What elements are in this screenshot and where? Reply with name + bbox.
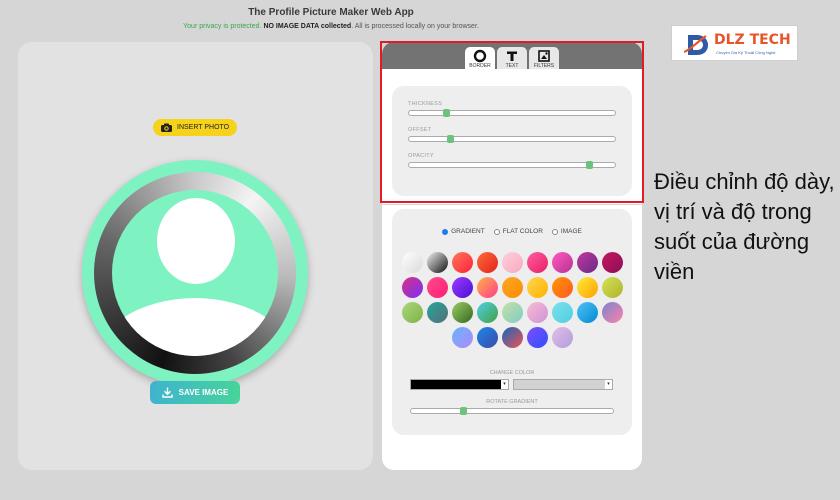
color-swatch[interactable] xyxy=(577,302,598,323)
color-swatch[interactable] xyxy=(527,252,548,273)
radio-icon xyxy=(493,228,500,235)
mode-flat-color[interactable]: FLAT COLOR xyxy=(493,228,543,235)
color-panel: GRADIENT FLAT COLOR IMAGE CHANGE COLOR ▾… xyxy=(382,205,642,470)
color-swatch[interactable] xyxy=(427,277,448,298)
chevron-down-icon: ▾ xyxy=(605,380,612,389)
color-swatch[interactable] xyxy=(452,277,473,298)
color-swatch[interactable] xyxy=(477,327,498,348)
logo-text: DLZ TECH xyxy=(714,32,791,48)
color-settings-card: GRADIENT FLAT COLOR IMAGE CHANGE COLOR ▾… xyxy=(392,209,632,435)
color-mode-options: GRADIENT FLAT COLOR IMAGE xyxy=(392,228,632,235)
color-swatch[interactable] xyxy=(602,302,623,323)
color-swatch[interactable] xyxy=(502,327,523,348)
chevron-down-icon: ▾ xyxy=(501,380,508,389)
camera-icon xyxy=(161,123,172,132)
dlz-logo-icon xyxy=(684,35,708,55)
color-swatch[interactable] xyxy=(527,277,548,298)
mode-image[interactable]: IMAGE xyxy=(551,228,582,235)
color-swatch[interactable] xyxy=(502,302,523,323)
radio-icon xyxy=(442,228,449,235)
avatar-placeholder xyxy=(112,190,278,356)
rotate-gradient-slider-handle[interactable] xyxy=(460,407,467,415)
profile-preview xyxy=(82,160,308,386)
privacy-local: . All is processed locally on your brows… xyxy=(351,23,479,30)
mode-gradient[interactable]: GRADIENT xyxy=(442,228,485,235)
privacy-notice: Your privacy is protected. NO IMAGE DATA… xyxy=(0,23,662,30)
change-color-label: CHANGE COLOR xyxy=(489,370,535,376)
privacy-no-data: NO IMAGE DATA collected xyxy=(263,23,352,30)
annotation-caption: Điều chỉnh độ dày, vị trí và độ trong su… xyxy=(654,169,835,284)
color-swatch[interactable] xyxy=(402,302,423,323)
color-swatch[interactable] xyxy=(527,327,548,348)
color-swatch[interactable] xyxy=(502,252,523,273)
mode-image-label: IMAGE xyxy=(560,228,582,235)
color-swatch[interactable] xyxy=(477,302,498,323)
color-swatch[interactable] xyxy=(452,302,473,323)
avatar-body-shape xyxy=(112,298,278,356)
color-swatch[interactable] xyxy=(577,277,598,298)
color-swatch[interactable] xyxy=(502,277,523,298)
color-swatch[interactable] xyxy=(402,277,423,298)
highlight-box xyxy=(380,41,644,203)
insert-photo-button[interactable]: INSERT PHOTO xyxy=(153,119,237,136)
download-icon xyxy=(161,387,173,398)
color-swatch[interactable] xyxy=(427,252,448,273)
mode-flat-color-label: FLAT COLOR xyxy=(502,228,543,235)
radio-icon xyxy=(551,228,558,235)
color-swatch[interactable] xyxy=(452,327,473,348)
save-image-label: SAVE IMAGE xyxy=(178,388,229,397)
color-swatch[interactable] xyxy=(552,252,573,273)
color-swatch[interactable] xyxy=(402,252,423,273)
avatar-head-shape xyxy=(157,198,235,284)
color-swatch[interactable] xyxy=(552,327,573,348)
color-swatch[interactable] xyxy=(577,252,598,273)
color-swatch[interactable] xyxy=(452,252,473,273)
color-swatch[interactable] xyxy=(602,252,623,273)
logo-tagline: Chuyên Gia Kỹ Thuật Công Nghệ xyxy=(716,50,776,55)
rotate-gradient-slider[interactable] xyxy=(410,407,614,415)
color-swatch[interactable] xyxy=(427,302,448,323)
brand-logo: DLZ TECH Chuyên Gia Kỹ Thuật Công Nghệ xyxy=(671,25,798,61)
color-swatch[interactable] xyxy=(477,252,498,273)
mode-gradient-label: GRADIENT xyxy=(451,228,485,235)
insert-photo-label: INSERT PHOTO xyxy=(177,124,230,131)
rotate-gradient-label: ROTATE GRADIENT xyxy=(486,399,538,405)
app-title: The Profile Picture Maker Web App xyxy=(248,7,414,18)
color-picker-1[interactable]: ▾ xyxy=(410,379,509,390)
privacy-protected: Your privacy is protected. xyxy=(183,23,262,30)
color-swatch[interactable] xyxy=(552,277,573,298)
save-image-button[interactable]: SAVE IMAGE xyxy=(150,381,240,404)
color-picker-2[interactable]: ▾ xyxy=(513,379,613,390)
color-swatch[interactable] xyxy=(527,302,548,323)
color-swatch[interactable] xyxy=(602,277,623,298)
color-swatch[interactable] xyxy=(552,302,573,323)
color-swatch[interactable] xyxy=(477,277,498,298)
